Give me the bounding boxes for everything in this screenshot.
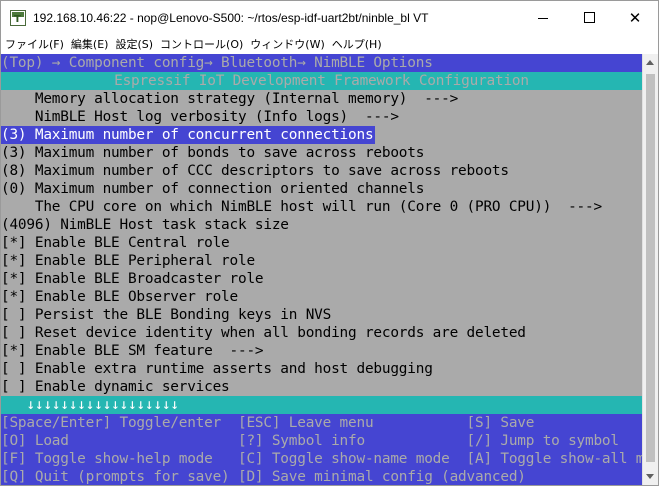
minimize-button[interactable] (520, 1, 566, 34)
menu-window[interactable]: ウィンドウ(W) (246, 36, 327, 52)
menuconfig-header: Espressif IoT Development Framework Conf… (1, 72, 642, 90)
option-max-coc[interactable]: (0) Maximum number of connection oriente… (1, 180, 642, 198)
help-line-2: [O] Load [?] Symbol info [/] Jump to sym… (1, 432, 642, 450)
option-sm-feature[interactable]: [*] Enable BLE SM feature ---> (1, 342, 642, 360)
close-icon: ✕ (628, 8, 642, 27)
menu-edit[interactable]: 編集(E) (67, 36, 112, 52)
option-task-stack[interactable]: (4096) NimBLE Host task stack size (1, 216, 642, 234)
scrollbar-thumb[interactable] (646, 74, 655, 462)
minimize-icon (538, 17, 548, 19)
menu-control[interactable]: コントロール(O) (156, 36, 246, 52)
option-max-bonds[interactable]: (3) Maximum number of bonds to save acro… (1, 144, 642, 162)
option-reset-identity[interactable]: [ ] Reset device identity when all bondi… (1, 324, 642, 342)
option-memory-allocation[interactable]: Memory allocation strategy (Internal mem… (1, 90, 642, 108)
option-log-verbosity[interactable]: NimBLE Host log verbosity (Info logs) --… (1, 108, 642, 126)
option-cpu-core[interactable]: The CPU core on which NimBLE host will r… (1, 198, 642, 216)
option-peripheral-role[interactable]: [*] Enable BLE Peripheral role (1, 252, 642, 270)
teraterm-icon[interactable] (10, 9, 26, 26)
scroll-down-icon[interactable] (646, 474, 654, 479)
option-central-role[interactable]: [*] Enable BLE Central role (1, 234, 642, 252)
title-bar[interactable]: 192.168.10.46:22 - nop@Lenovo-S500: ~/rt… (1, 1, 658, 34)
help-line-1: [Space/Enter] Toggle/enter [ESC] Leave m… (1, 414, 642, 432)
terminal-screen[interactable]: (Top) → Component config→ Bluetooth→ Nim… (1, 54, 642, 485)
option-dynamic-services[interactable]: [ ] Enable dynamic services (1, 378, 642, 396)
option-max-ccc[interactable]: (8) Maximum number of CCC descriptors to… (1, 162, 642, 180)
option-persist-bonding[interactable]: [ ] Persist the BLE Bonding keys in NVS (1, 306, 642, 324)
vertical-scrollbar[interactable] (642, 54, 658, 485)
menu-file[interactable]: ファイル(F) (1, 36, 67, 52)
window-title: 192.168.10.46:22 - nop@Lenovo-S500: ~/rt… (33, 10, 429, 25)
maximize-icon (583, 12, 595, 23)
maximize-button[interactable] (566, 1, 612, 34)
help-line-3: [F] Toggle show-help mode [C] Toggle sho… (1, 450, 642, 468)
scroll-up-icon[interactable] (646, 60, 654, 65)
menu-help[interactable]: ヘルプ(H) (328, 36, 385, 52)
option-observer-role[interactable]: [*] Enable BLE Observer role (1, 288, 642, 306)
breadcrumb: (Top) → Component config→ Bluetooth→ Nim… (1, 54, 642, 72)
menu-bar: ファイル(F) 編集(E) 設定(S) コントロール(O) ウィンドウ(W) ヘ… (1, 34, 658, 54)
close-button[interactable]: ✕ (612, 1, 658, 34)
selected-option-text: (3) Maximum number of concurrent connect… (1, 126, 376, 144)
help-line-4: [Q] Quit (prompts for save) [D] Save min… (1, 468, 642, 485)
option-max-connections[interactable]: (3) Maximum number of concurrent connect… (1, 126, 642, 144)
menu-settings[interactable]: 設定(S) (111, 36, 156, 52)
option-runtime-asserts[interactable]: [ ] Enable extra runtime asserts and hos… (1, 360, 642, 378)
option-broadcaster-role[interactable]: [*] Enable BLE Broadcaster role (1, 270, 642, 288)
terminal-window: 192.168.10.46:22 - nop@Lenovo-S500: ~/rt… (0, 0, 659, 486)
scroll-indicator: ↓↓↓↓↓↓↓↓↓↓↓↓↓↓↓↓↓↓ (1, 396, 642, 414)
window-controls: ✕ (520, 1, 658, 34)
